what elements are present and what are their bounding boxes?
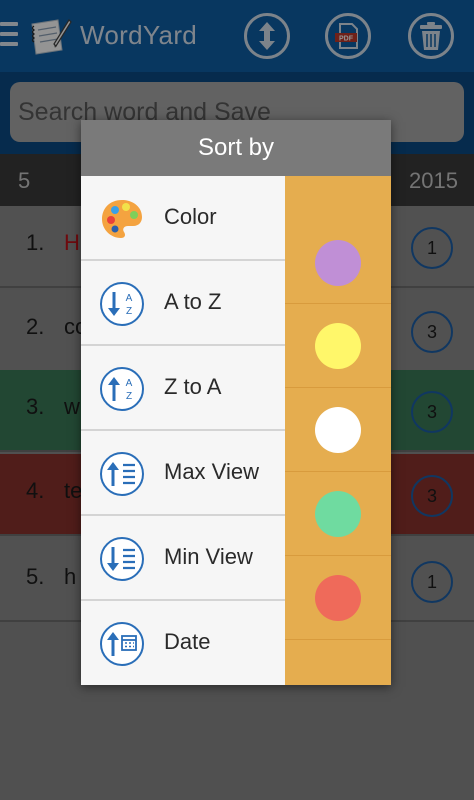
color-swatch-purple[interactable]: [315, 240, 361, 286]
sort-option-z-to-a[interactable]: A Z Z to A: [81, 346, 285, 431]
sort-min-view-icon: [100, 537, 144, 581]
sort-option-a-to-z[interactable]: A Z A to Z: [81, 261, 285, 346]
svg-text:A: A: [126, 378, 133, 389]
color-filter-panel: [285, 176, 391, 685]
sort-option-label: Min View: [164, 544, 253, 569]
sort-option-min-view[interactable]: Min View: [81, 516, 285, 601]
color-swatch-white[interactable]: [315, 407, 361, 453]
color-swatch-yellow[interactable]: [315, 323, 361, 369]
dialog-title: Sort by: [81, 120, 391, 176]
color-swatch-cell[interactable]: [285, 556, 391, 640]
sort-option-label: Date: [164, 629, 211, 654]
svg-text:A: A: [126, 293, 133, 304]
sort-options-list: Color A Z A to Z A Z Z to A Max View Min…: [81, 176, 285, 685]
sort-option-label: Z to A: [164, 374, 222, 399]
sort-option-date[interactable]: Date: [81, 601, 285, 686]
color-swatch-green[interactable]: [315, 491, 361, 537]
svg-text:Z: Z: [126, 306, 132, 317]
sort-max-view-icon: [100, 452, 144, 496]
sort-option-color[interactable]: Color: [81, 176, 285, 261]
palette-icon: [102, 200, 142, 238]
sort-a-to-z-icon: A Z: [100, 282, 144, 326]
color-swatch-red[interactable]: [315, 575, 361, 621]
svg-text:Z: Z: [126, 391, 132, 402]
sort-option-label: Color: [164, 204, 217, 229]
sort-dialog: Sort by Color A Z A to Z A Z Z to A Max …: [81, 120, 391, 685]
sort-option-max-view[interactable]: Max View: [81, 431, 285, 516]
color-swatch-cell[interactable]: [285, 220, 391, 304]
sort-date-icon: [100, 622, 144, 666]
sort-option-label: A to Z: [164, 289, 222, 314]
sort-option-label: Max View: [164, 459, 259, 484]
color-swatch-cell[interactable]: [285, 304, 391, 388]
color-panel-spacer: [285, 176, 391, 220]
color-swatch-cell[interactable]: [285, 388, 391, 472]
color-swatch-cell[interactable]: [285, 472, 391, 556]
sort-z-to-a-icon: A Z: [100, 367, 144, 411]
